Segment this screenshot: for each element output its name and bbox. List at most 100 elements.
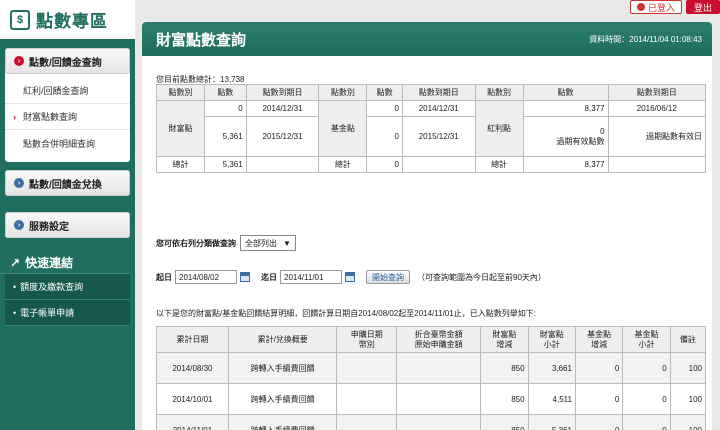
- table-cell: 2014/12/31: [401, 100, 476, 117]
- bullet-icon: ›: [14, 56, 24, 66]
- column-header-text: 備註: [679, 334, 696, 344]
- type-label: 基金點: [318, 100, 368, 157]
- column-header: 累計日期: [156, 326, 229, 353]
- category-select[interactable]: 全部列出 ▼: [240, 235, 296, 251]
- column-header-text: 財富點: [539, 329, 564, 339]
- expired-date-label: 過期點數有效日: [607, 116, 707, 157]
- table-cell: 100: [669, 383, 707, 415]
- table-cell: 0: [574, 383, 624, 415]
- sidebar-group-redeem: › 點數/回饋金兌換: [5, 170, 130, 196]
- logged-in-button[interactable]: 已登入: [629, 0, 682, 14]
- sidebar-title: 點數專區: [36, 12, 108, 31]
- calendar-icon[interactable]: [240, 272, 250, 282]
- table-cell: 0: [366, 116, 403, 157]
- table-cell: [396, 414, 482, 430]
- table-row: 2014/11/01 跨轉入手續費回饋 850 5,361 0 0 100: [156, 414, 707, 430]
- column-header: 點數: [522, 84, 609, 101]
- column-header: 點數別: [474, 84, 524, 101]
- table-cell: 0: [366, 156, 403, 173]
- table-cell: 0 過期有效點數: [522, 116, 609, 157]
- bullet-icon: ›: [14, 220, 24, 230]
- quick-links-list: • 額度及繳款查詢 • 電子帳單申請: [5, 274, 130, 326]
- page-title: 財富點數查詢: [156, 31, 247, 49]
- calendar-icon[interactable]: [345, 272, 355, 282]
- table-cell: 100: [669, 414, 707, 430]
- category-select-value: 全部列出: [245, 238, 277, 248]
- sidebar-group-query-header[interactable]: › 點數/回饋金查詢: [5, 48, 130, 74]
- table-cell: 0: [574, 352, 624, 384]
- from-date-input[interactable]: 2014/08/02: [175, 270, 237, 284]
- points-logo-icon: $: [10, 9, 30, 30]
- sidebar: $ 點數專區 › 點數/回饋金查詢 紅利/回饋金查詢 財富點數查詢 點數合併明細…: [0, 0, 135, 430]
- column-header-text: 基金點: [587, 329, 612, 339]
- table-cell: [336, 352, 398, 384]
- table-cell: 0: [622, 383, 671, 415]
- table-cell: 跨轉入手續費回饋: [227, 414, 338, 430]
- column-header: 基金點 增減: [574, 326, 624, 353]
- sidebar-item-wealth-points[interactable]: 財富點數查詢: [5, 104, 130, 130]
- sidebar-item-bonus-query[interactable]: 紅利/回饋金查詢: [5, 78, 130, 104]
- bullet-icon: •: [13, 281, 17, 292]
- main-panel: 財富點數查詢 資料時間：2014/11/04 01:08:43 您目前點數總計：…: [142, 22, 712, 430]
- table-cell: 2015/12/31: [401, 116, 476, 157]
- column-header-text: 累計日期: [176, 334, 209, 344]
- table-cell: 4,511: [527, 383, 576, 415]
- total-label: 總計: [474, 156, 524, 173]
- table-cell: 0: [622, 414, 671, 430]
- column-header: 點數: [203, 84, 247, 101]
- quick-link-credit[interactable]: • 額度及繳款查詢: [5, 274, 130, 300]
- logout-button[interactable]: 登出: [685, 0, 720, 14]
- login-label: 已登入: [647, 2, 675, 13]
- column-header-text: 增減: [496, 339, 513, 349]
- column-header-text: 累計/兌換概要: [257, 334, 308, 344]
- column-header-text: 基金點: [634, 329, 659, 339]
- sidebar-group-settings: › 服務設定: [5, 212, 130, 238]
- table-cell: 5,361: [203, 116, 247, 157]
- date-range-row: 起日 2014/08/02 迄日 2014/11/01 開始查詢 （可查詢範圍為…: [156, 270, 546, 284]
- column-header: 點數: [366, 84, 403, 101]
- sidebar-item-merge-detail[interactable]: 點數合併明細查詢: [5, 130, 130, 156]
- detail-description: 以下是您的財富點/基金點回饋結算明細，回饋計算日期自2014/08/02起至20…: [156, 309, 536, 318]
- points-table: 點數別 點數 點數到期日 點數別 點數 點數到期日 點數別 點數 點數到期日 財…: [156, 84, 707, 173]
- sidebar-group-settings-header[interactable]: › 服務設定: [5, 212, 130, 238]
- data-timestamp: 資料時間：2014/11/04 01:08:43: [589, 34, 702, 44]
- sidebar-group-label: 點數/回饋金兌換: [29, 179, 102, 191]
- table-cell: 3,661: [527, 352, 576, 384]
- column-header-text: 增減: [591, 339, 608, 349]
- table-cell: 850: [480, 352, 529, 384]
- top-bar: 已登入 登出: [629, 0, 720, 14]
- from-date-label: 起日: [156, 272, 172, 282]
- table-cell: [336, 414, 398, 430]
- table-cell: 2014/08/30: [156, 352, 229, 384]
- table-cell: [607, 156, 707, 173]
- chevron-down-icon: ▼: [283, 238, 291, 248]
- table-cell: 2014/10/01: [156, 383, 229, 415]
- filter-label: 您可依右列分類做查詢: [156, 238, 236, 248]
- table-cell: 0: [622, 352, 671, 384]
- bullet-icon: •: [13, 307, 17, 318]
- column-header-text: 財富點: [492, 329, 517, 339]
- table-cell: [245, 156, 320, 173]
- filter-row: 您可依右列分類做查詢 全部列出 ▼: [156, 235, 296, 251]
- to-date-input[interactable]: 2014/11/01: [280, 270, 342, 284]
- detail-table: 累計日期 累計/兌換概要 申購日期 幣別 折合臺幣金額 原始申購金額 財富點 增減 財…: [156, 326, 707, 430]
- table-cell: 0: [574, 414, 624, 430]
- table-row: 2014/08/30 跨轉入手續費回饋 850 3,661 0 0 100: [156, 352, 707, 384]
- quick-links-title: ↗ 快速連結: [0, 252, 130, 274]
- sidebar-group-label: 服務設定: [29, 221, 69, 233]
- table-cell: 5,361: [527, 414, 576, 430]
- column-header: 申購日期 幣別: [336, 326, 398, 353]
- column-header: 點數別: [156, 84, 205, 101]
- table-row: 2014/10/01 跨轉入手續費回饋 850 4,511 0 0 100: [156, 383, 707, 415]
- start-query-button[interactable]: 開始查詢: [366, 270, 410, 284]
- column-header-text: 原始申購金額: [414, 339, 463, 349]
- date-range-note: （可查詢範圍為今日起至前90天內）: [417, 272, 546, 282]
- table-cell: 跨轉入手續費回饋: [227, 383, 338, 415]
- column-header: 折合臺幣金額 原始申購金額: [396, 326, 482, 353]
- sidebar-group-redeem-header[interactable]: › 點數/回饋金兌換: [5, 170, 130, 196]
- sidebar-header: $ 點數專區: [0, 0, 135, 42]
- column-header: 點數到期日: [245, 84, 320, 101]
- table-cell: 2015/12/31: [245, 116, 320, 157]
- type-label: 紅利點: [474, 100, 524, 157]
- quick-link-ebill[interactable]: • 電子帳單申請: [5, 300, 130, 326]
